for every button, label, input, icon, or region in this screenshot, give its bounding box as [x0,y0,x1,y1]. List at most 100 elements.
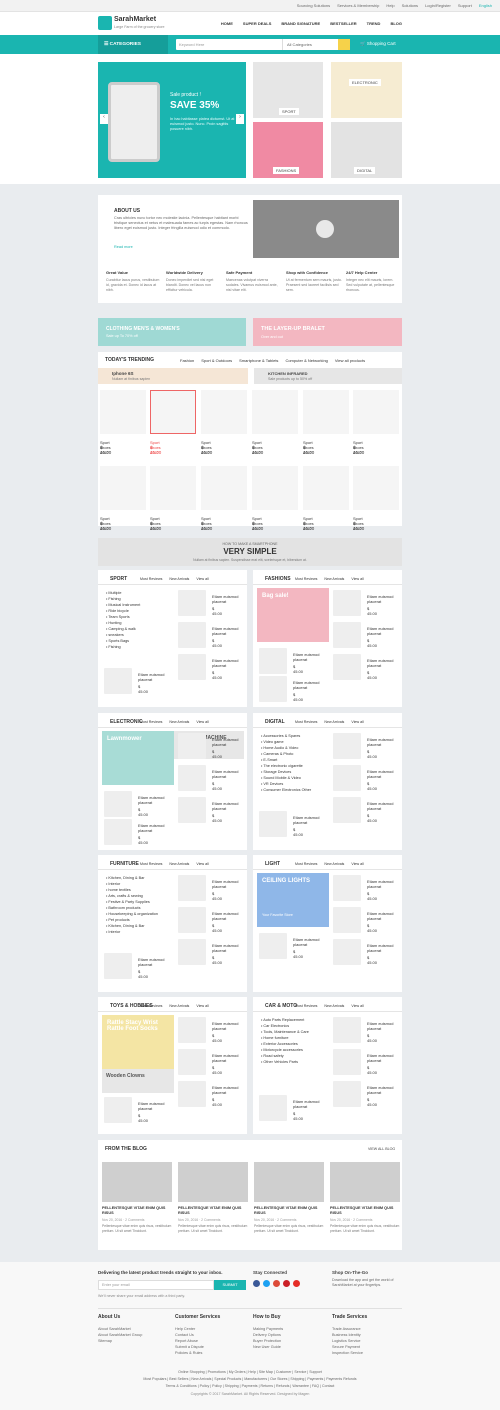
nav-item[interactable]: BLOG [390,21,402,26]
product-name[interactable]: Etiam euismod placerat [293,815,333,825]
product-name[interactable]: Etiam euismod placerat [212,943,252,953]
blog-image[interactable] [254,1162,324,1202]
footer-link[interactable]: Sitemap [98,1338,142,1344]
blog-post[interactable]: PELLENTESQUE VITAE ENIM QUIS RISUS Nov 20… [330,1162,400,1233]
product-image[interactable] [333,1049,361,1075]
product-image[interactable] [353,390,399,434]
product-image[interactable] [178,765,206,791]
footer-link[interactable]: New User Guide [253,1344,283,1350]
blog-image[interactable] [102,1162,172,1202]
product-image[interactable] [104,668,132,694]
product-image[interactable] [333,622,361,648]
categories-button[interactable]: ☰ CATEGORIES [98,35,168,54]
nav-item[interactable]: SUPER DEALS [243,21,271,26]
product-image[interactable] [252,390,298,434]
product-image[interactable] [259,1095,287,1121]
youtube-icon[interactable] [293,1280,300,1287]
product-image[interactable] [150,390,196,434]
blog-image[interactable] [330,1162,400,1202]
product-image[interactable] [100,466,146,510]
logo-icon[interactable] [98,16,112,30]
google-icon[interactable] [273,1280,280,1287]
product-name[interactable]: Etiam euismod placerat [367,911,407,921]
product-name[interactable]: Etiam euismod placerat [293,652,333,662]
block-banner-2[interactable]: Wooden Clowns [102,1069,174,1093]
slider-prev-icon[interactable]: ‹ [100,114,108,124]
product-image[interactable] [259,933,287,959]
product-name[interactable]: Etiam euismod placerat [367,1085,407,1095]
product-name[interactable]: Etiam euismod placerat [212,1085,252,1095]
product-name[interactable]: Etiam euismod placerat [212,1053,252,1063]
footer-links-row[interactable]: Terms & Conditions | Policy | Policy | S… [0,1384,500,1388]
product-name[interactable]: Etiam euismod placerat [138,957,178,967]
tab-view-all[interactable]: View all [196,1004,208,1008]
top-link[interactable]: Support [458,3,472,8]
promo-left[interactable]: CLOTHING MEN'S & WOMEN'S Sale up To 70% … [98,318,246,346]
product-name[interactable]: Etiam euismod placerat [367,769,407,779]
product-name[interactable]: Etiam euismod placerat [293,680,333,690]
tab-most-reviews[interactable]: Most Reviews [140,577,162,581]
facebook-icon[interactable] [253,1280,260,1287]
product-name[interactable]: Etiam euismod placerat [212,801,252,811]
product-image[interactable] [303,466,349,510]
smartphone-banner[interactable]: HOW TO MAKE A SMARTPHONE VERY SIMPLE Nul… [98,538,402,566]
nav-item[interactable]: BESTSELLER [330,21,356,26]
product-image[interactable] [333,765,361,791]
category-link[interactable]: Fishing [106,644,140,650]
product-image[interactable] [104,1097,132,1123]
product-name[interactable]: Etiam euismod placerat [212,737,252,747]
product-name[interactable]: Etiam euismod placerat [293,937,333,947]
product-name[interactable]: Etiam euismod placerat [212,1021,252,1031]
pinterest-icon[interactable] [283,1280,290,1287]
slider-next-icon[interactable]: › [236,114,244,124]
tab-computer[interactable]: Computer & Networking [285,358,327,363]
tab-most-reviews[interactable]: Most Reviews [295,720,317,724]
product-image[interactable] [178,907,206,933]
blog-post-title[interactable]: PELLENTESQUE VITAE ENIM QUIS RISUS [254,1206,324,1216]
blog-post-title[interactable]: PELLENTESQUE VITAE ENIM QUIS RISUS [330,1206,400,1216]
play-icon[interactable] [316,220,334,238]
newsletter-submit[interactable]: SUBMIT [214,1280,246,1290]
tab-new-arrivals[interactable]: New Arrivals [169,862,189,866]
product-image[interactable] [178,654,206,680]
product-name[interactable]: Etiam euismod placerat [212,658,252,668]
product-name[interactable]: Etiam euismod placerat [367,801,407,811]
block-banner[interactable]: Bag sale! [257,588,329,642]
footer-links-row[interactable]: Online Shopping | Promotions | My Orders… [0,1370,500,1374]
tile-fashions[interactable]: FASHIONS [253,122,323,178]
product-name[interactable]: Etiam euismod placerat [212,626,252,636]
tab-new-arrivals[interactable]: New Arrivals [169,577,189,581]
search-button[interactable] [338,39,350,50]
tab-most-reviews[interactable]: Most Reviews [295,862,317,866]
tab-new-arrivals[interactable]: New Arrivals [324,577,344,581]
product-image[interactable] [178,939,206,965]
tab-new-arrivals[interactable]: New Arrivals [324,720,344,724]
tab-most-reviews[interactable]: Most Reviews [140,720,162,724]
tab-smartphone[interactable]: Smartphone & Tablets [239,358,278,363]
nav-item[interactable]: HOME [221,21,233,26]
category-link[interactable]: Other Vehicles Parts [261,1059,309,1065]
product-name[interactable]: Etiam euismod placerat [367,658,407,668]
tab-new-arrivals[interactable]: New Arrivals [324,862,344,866]
product-name[interactable]: Etiam euismod placerat [138,1101,178,1111]
product-name[interactable]: Etiam euismod placerat [367,879,407,889]
product-name[interactable]: Etiam euismod placerat [367,737,407,747]
product-image[interactable] [178,622,206,648]
blog-image[interactable] [178,1162,248,1202]
product-image[interactable] [333,590,361,616]
language-select[interactable]: English [479,3,492,8]
tab-new-arrivals[interactable]: New Arrivals [324,1004,344,1008]
view-all-link[interactable]: View all products [335,358,365,363]
twitter-icon[interactable] [263,1280,270,1287]
product-name[interactable]: Etiam euismod placerat [367,594,407,604]
tab-new-arrivals[interactable]: New Arrivals [169,1004,189,1008]
tab-new-arrivals[interactable]: New Arrivals [169,720,189,724]
product-image[interactable] [259,811,287,837]
product-image[interactable] [104,953,132,979]
about-read-more[interactable]: Read more [114,245,133,249]
trend-banner-2[interactable]: KITCHEN INFRARED Sale products up to 50%… [254,368,402,384]
product-image[interactable] [178,1017,206,1043]
product-image[interactable] [333,1081,361,1107]
tab-view-all[interactable]: View all [351,1004,363,1008]
product-image[interactable] [100,390,146,434]
